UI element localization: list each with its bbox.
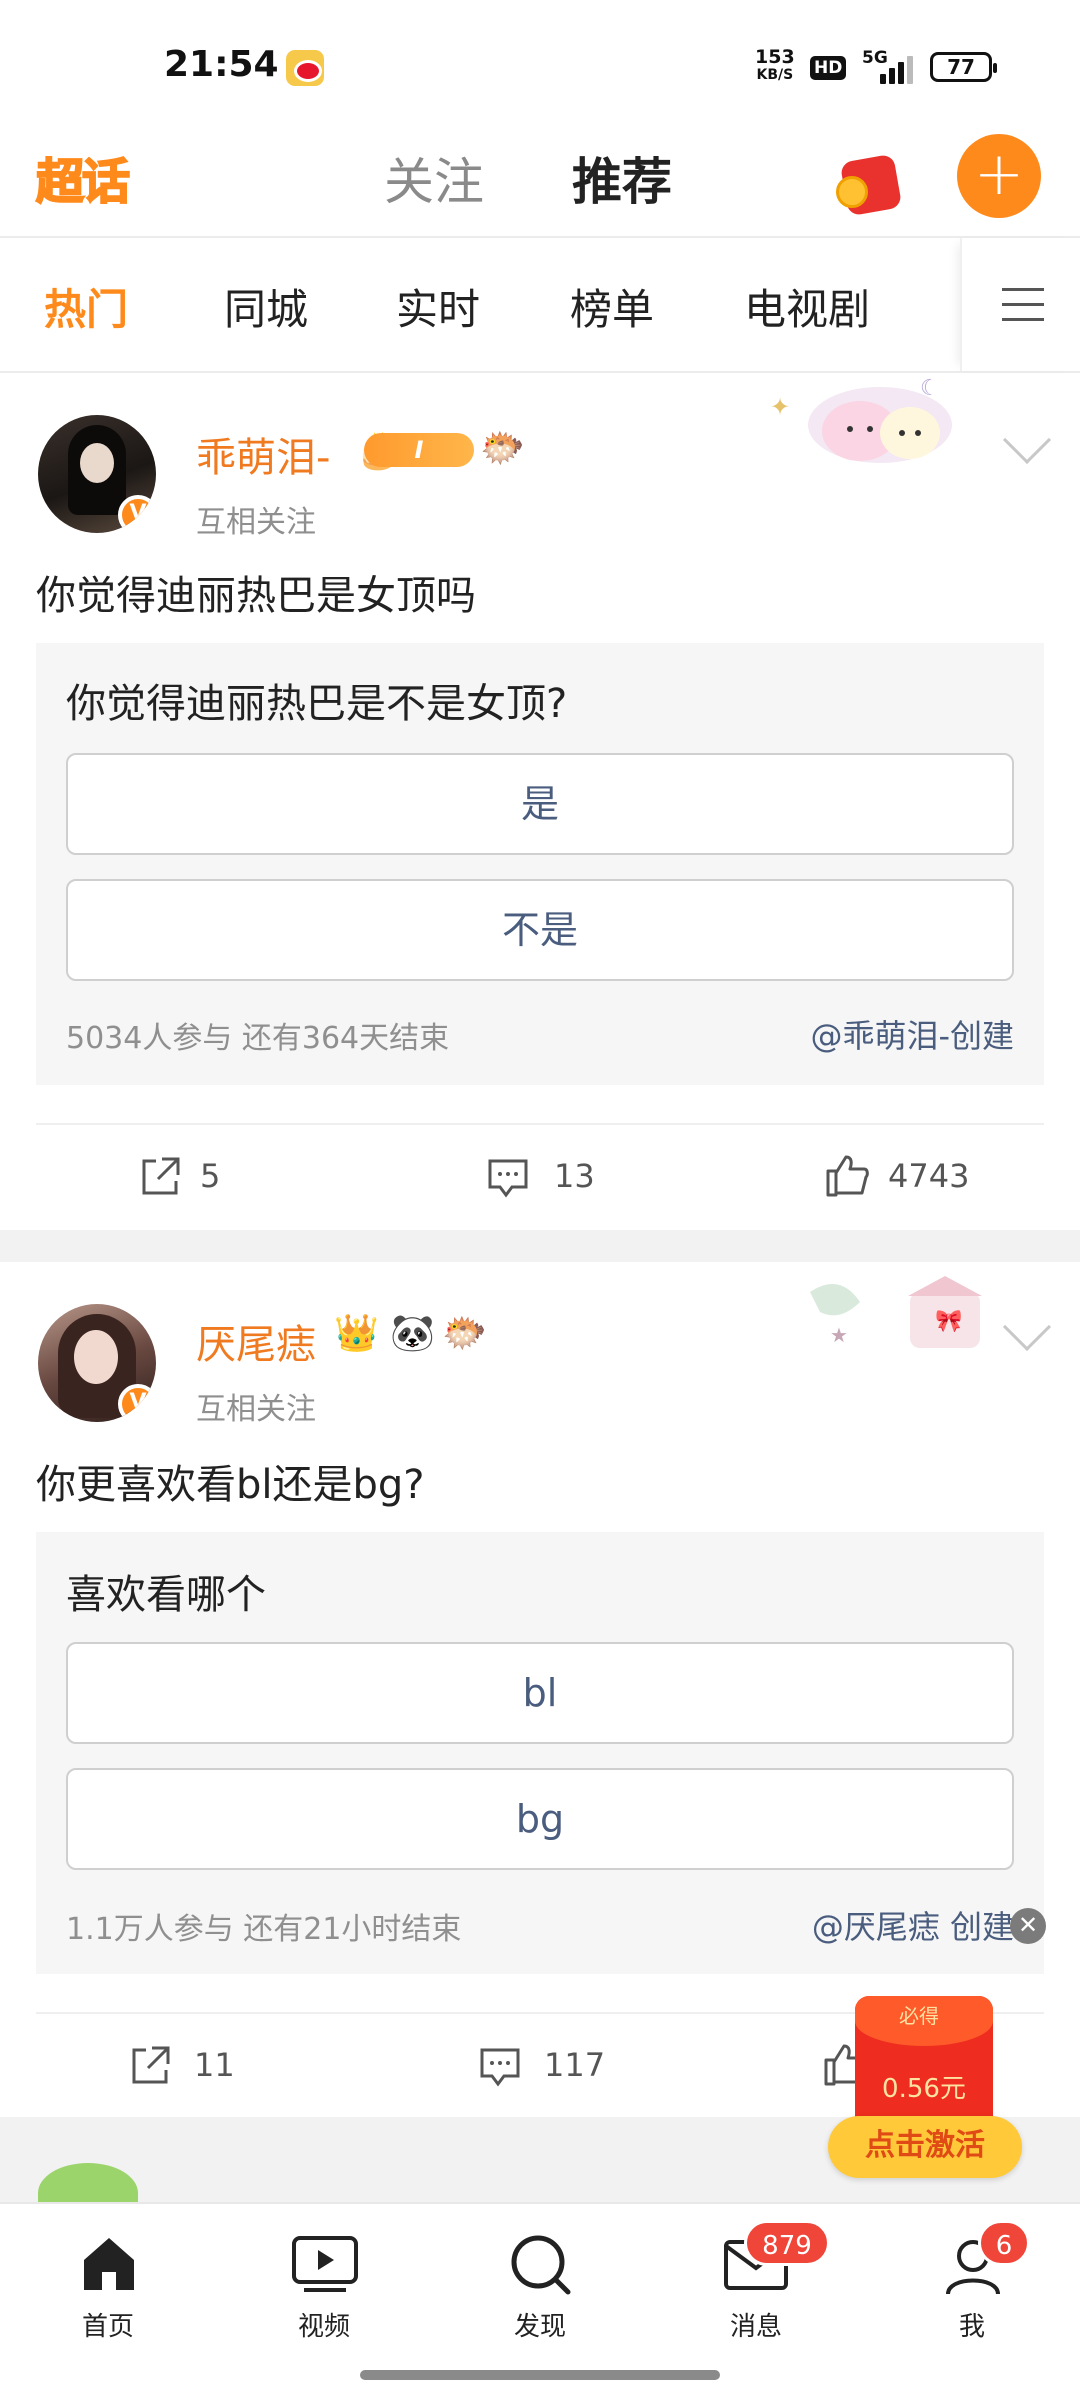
add-button[interactable]: + [957,134,1041,218]
vote-question: 喜欢看哪个 [66,1572,266,1618]
red-packet-icon[interactable] [836,148,903,217]
nav-me[interactable]: 我 6 [912,2220,1032,2342]
share-count: 11 [194,2046,235,2084]
status-bar: 21:54 153 KB/S HD 5G 77 [0,0,1080,120]
vote-question: 你觉得迪丽热巴是不是女顶? [66,681,568,727]
subtab-realtime[interactable]: 实时 [396,276,480,337]
nav-label: 我 [958,2312,985,2342]
vote-option[interactable]: 是 [66,753,1014,855]
level-badge: I [364,433,474,467]
close-icon[interactable]: ✕ [1010,1908,1046,1944]
network-speed: 153 KB/S [755,46,795,84]
svg-text:✦: ✦ [770,393,790,421]
comment-count: 117 [544,2046,606,2084]
subtab-hot[interactable]: 热门 [44,276,128,337]
packet-tag: 必得 [899,2004,939,2028]
decoration-sticker-icon: ★ 🎀 [800,1272,1000,1372]
avatar[interactable]: V [38,415,156,533]
verified-icon: V [118,1384,156,1422]
home-indicator[interactable] [360,2370,720,2380]
chevron-down-icon[interactable] [1002,1302,1052,1352]
username[interactable]: 乖萌泪- [196,425,330,483]
tab-follow[interactable]: 关注 [384,142,484,214]
vote-card: 你觉得迪丽热巴是不是女顶? 是 不是 5034人参与 还有364天结束 @乖萌泪… [36,643,1044,1085]
vote-meta: 1.1万人参与 还有21小时结束 [66,1912,462,1947]
subtab-tv[interactable]: 电视剧 [744,276,870,337]
share-count: 5 [200,1157,221,1195]
more-tabs-button[interactable] [960,238,1080,371]
message-badge: 879 [744,2220,830,2266]
home-icon [84,2238,134,2290]
search-icon [511,2235,571,2295]
status-time: 21:54 [164,44,279,85]
tab-recommend[interactable]: 推荐 [572,142,672,214]
decoration-sticker-icon: ✦ ☾ [770,375,990,475]
fish-badge-icon: 🐡 [442,1313,487,1354]
mutual-follow-label: 互相关注 [196,505,316,540]
battery-indicator: 77 [930,52,997,82]
nav-label: 首页 [81,2312,134,2342]
post-text: 你觉得迪丽热巴是女顶吗 [36,573,476,619]
mutual-follow-label: 互相关注 [196,1392,316,1427]
menu-icon [1002,288,1044,322]
share-icon[interactable] [138,1155,182,1197]
subtab-local[interactable]: 同城 [224,276,308,337]
svg-text:🎀: 🎀 [935,1309,962,1334]
divider [36,1123,1044,1125]
nav-messages[interactable]: 消息 879 [696,2220,830,2342]
profile-badge: 6 [978,2220,1030,2266]
vote-option[interactable]: bg [66,1768,1014,1870]
post-card: V 乖萌泪- 🎂 I 🐡 互相关注 ✦ ☾ 你觉得迪丽热巴是女顶吗 你觉得迪丽热… [0,375,1080,1230]
vote-card: 喜欢看哪个 bl bg 1.1万人参与 还有21小时结束 @厌尾痣 创建 [36,1532,1044,1974]
vote-meta: 5034人参与 还有364天结束 [66,1021,450,1056]
chevron-down-icon[interactable] [1002,415,1052,465]
vote-option[interactable]: 不是 [66,879,1014,981]
like-count: 4743 [888,1157,970,1195]
subtab-ranking[interactable]: 榜单 [570,276,654,337]
video-icon [292,2236,358,2292]
floating-red-packet[interactable]: 必得 0.56元 [855,1996,993,2126]
top-header: 超话 关注 推荐 + [0,120,1080,238]
username[interactable]: 厌尾痣 [196,1312,316,1370]
post-separator [0,1230,1080,1262]
nav-video[interactable]: 视频 [264,2222,384,2342]
nav-discover[interactable]: 发现 [480,2222,600,2342]
vote-creator[interactable]: @厌尾痣 创建 [812,1902,1014,1948]
fish-badge-icon: 🐡 [480,428,525,469]
crown-badge-icon: 👑 [334,1313,379,1354]
signal-icon [876,54,916,84]
supertopic-logo[interactable]: 超话 [35,142,131,212]
svg-text:★: ★ [830,1323,848,1347]
activate-button[interactable]: 点击激活 [828,2116,1022,2178]
nav-label: 发现 [513,2312,566,2342]
share-icon[interactable] [128,2044,172,2086]
comment-icon[interactable] [486,1157,530,1199]
svg-text:☾: ☾ [920,376,940,401]
weibo-notification-icon [286,50,324,86]
post-text: 你更喜欢看bl还是bg? [36,1462,425,1508]
category-tabs: 热门 同城 实时 榜单 电视剧 [0,238,1080,373]
nav-label: 消息 [729,2312,782,2342]
post-card: V 厌尾痣 👑 🐼 🐡 互相关注 ★ 🎀 你更喜欢看bl还是bg? 喜欢看哪个 … [0,1262,1080,2117]
hd-indicator: HD [810,56,847,80]
comment-count: 13 [554,1157,595,1195]
verified-icon: V [118,495,156,533]
nav-label: 视频 [297,2312,350,2342]
packet-amount: 0.56元 [882,2074,966,2104]
panda-badge-icon: 🐼 [390,1313,435,1354]
vote-option[interactable]: bl [66,1642,1014,1744]
like-icon[interactable] [824,1153,869,1197]
nav-home[interactable]: 首页 [48,2222,168,2342]
comment-icon[interactable] [478,2046,522,2088]
vote-creator[interactable]: @乖萌泪-创建 [810,1011,1014,1057]
avatar[interactable]: V [38,1304,156,1422]
